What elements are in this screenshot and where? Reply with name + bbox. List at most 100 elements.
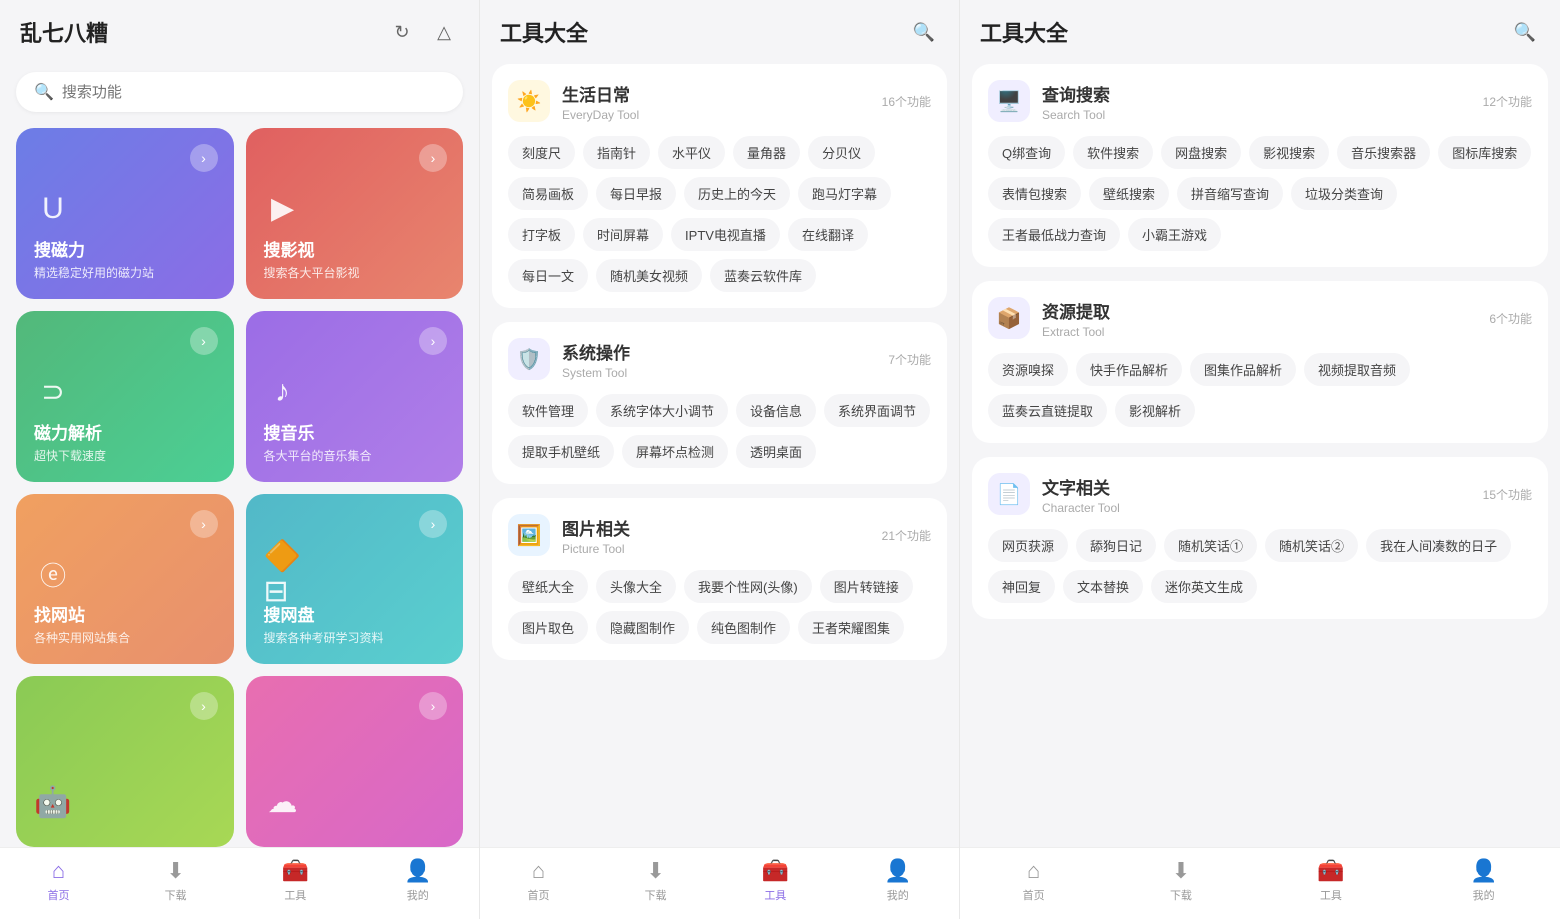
section-text-tool-header: 📄 文字相关 Character Tool 15个功能: [988, 473, 1532, 515]
card-android[interactable]: › 🤖: [16, 676, 234, 847]
search-icon: 🔍: [34, 82, 54, 102]
tag-musicsearch[interactable]: 音乐搜索器: [1337, 136, 1430, 169]
tag-kuaishou[interactable]: 快手作品解析: [1076, 353, 1182, 386]
section-picture: 🖼️ 图片相关 Picture Tool 21个功能 壁纸大全 头像大全 我要个…: [492, 498, 947, 660]
tag-joke2[interactable]: 随机笑话②: [1265, 529, 1358, 562]
tag-dailytext[interactable]: 每日一文: [508, 259, 588, 292]
tag-draw[interactable]: 简易画板: [508, 177, 588, 210]
tag-imglink[interactable]: 图片转链接: [820, 570, 913, 603]
triangle-icon[interactable]: △: [429, 17, 459, 47]
tag-videoparse[interactable]: 影视解析: [1115, 394, 1195, 427]
nav-home[interactable]: ⌂ 首页: [48, 858, 70, 903]
card-cloud[interactable]: › ☁: [246, 676, 464, 847]
nav-mine-right[interactable]: 👤 我的: [1470, 858, 1497, 903]
tag-colorpick[interactable]: 图片取色: [508, 611, 588, 644]
search-bar[interactable]: 🔍: [16, 72, 463, 112]
tag-xbwgame[interactable]: 小霸王游戏: [1128, 218, 1221, 251]
tag-iptv[interactable]: IPTV电视直播: [671, 218, 780, 251]
mid-content: ☀️ 生活日常 EveryDay Tool 16个功能 刻度尺 指南针 水平仪 …: [480, 64, 959, 847]
tag-trashsearch[interactable]: 垃圾分类查询: [1291, 177, 1397, 210]
tag-album[interactable]: 图集作品解析: [1190, 353, 1296, 386]
search-input[interactable]: [62, 84, 445, 101]
tag-minieng[interactable]: 迷你英文生成: [1151, 570, 1257, 603]
tag-wallpaperall[interactable]: 壁纸大全: [508, 570, 588, 603]
tag-morning[interactable]: 每日早报: [596, 177, 676, 210]
tag-qbind[interactable]: Q绑查询: [988, 136, 1065, 169]
text-tool-tags: 网页获源 舔狗日记 随机笑话① 随机笑话② 我在人间凑数的日子 神回复 文本替换…: [988, 529, 1532, 603]
tag-level[interactable]: 水平仪: [658, 136, 725, 169]
tag-videosearch[interactable]: 影视搜索: [1249, 136, 1329, 169]
nav-download-right[interactable]: ⬇ 下载: [1170, 858, 1192, 903]
card-music[interactable]: › ♪ 搜音乐 各大平台的音乐集合: [246, 311, 464, 482]
section-text-tool: 📄 文字相关 Character Tool 15个功能 网页获源 舔狗日记 随机…: [972, 457, 1548, 619]
tag-devinfo[interactable]: 设备信息: [736, 394, 816, 427]
nav-download-mid[interactable]: ⬇ 下载: [645, 858, 667, 903]
tag-webget[interactable]: 网页获源: [988, 529, 1068, 562]
nav-home-mid[interactable]: ⌂ 首页: [528, 858, 550, 903]
tag-softsearch[interactable]: 软件搜索: [1073, 136, 1153, 169]
tag-fontsize[interactable]: 系统字体大小调节: [596, 394, 728, 427]
tag-pansearch[interactable]: 网盘搜索: [1161, 136, 1241, 169]
tag-softmanage[interactable]: 软件管理: [508, 394, 588, 427]
card-video[interactable]: › ▶ 搜影视 搜索各大平台影视: [246, 128, 464, 299]
extract-tool-tags: 资源嗅探 快手作品解析 图集作品解析 视频提取音频 蓝奏云直链提取 影视解析: [988, 353, 1532, 427]
tag-timescreen[interactable]: 时间屏幕: [583, 218, 663, 251]
right-search-btn[interactable]: 🔍: [1510, 17, 1540, 47]
nav-mine[interactable]: 👤 我的: [404, 858, 431, 903]
tag-sniff[interactable]: 资源嗅探: [988, 353, 1068, 386]
nav-download[interactable]: ⬇ 下载: [165, 858, 187, 903]
tag-hiddenimg[interactable]: 隐藏图制作: [596, 611, 689, 644]
tag-lanzou[interactable]: 蓝奏云软件库: [710, 259, 816, 292]
tag-audio[interactable]: 视频提取音频: [1304, 353, 1410, 386]
card-pan[interactable]: › 🔶 ⊟ 搜网盘 搜索各种考研学习资料: [246, 494, 464, 665]
card-web[interactable]: › ⓔ 找网站 各种实用网站集合: [16, 494, 234, 665]
tag-wallpapersearch[interactable]: 壁纸搜索: [1089, 177, 1169, 210]
tag-solidcolor[interactable]: 纯色图制作: [697, 611, 790, 644]
tag-personalavatar[interactable]: 我要个性网(头像): [684, 570, 812, 603]
mine-icon: 👤: [404, 858, 431, 884]
nav-tools-label-right: 工具: [1320, 887, 1342, 903]
card-cili[interactable]: › U 搜磁力 精选稳定好用的磁力站: [16, 128, 234, 299]
nav-tools-right[interactable]: 🧰 工具: [1317, 858, 1344, 903]
nav-tools-mid[interactable]: 🧰 工具: [762, 858, 789, 903]
tag-iconsearch[interactable]: 图标库搜索: [1438, 136, 1531, 169]
tag-randvideo[interactable]: 随机美女视频: [596, 259, 702, 292]
tag-textreplace[interactable]: 文本替换: [1063, 570, 1143, 603]
search-btn[interactable]: 🔍: [909, 17, 939, 47]
right-panel: 工具大全 🔍 🖥️ 查询搜索 Search Tool 12个功能 Q绑查询 软件…: [960, 0, 1560, 919]
tag-history[interactable]: 历史上的今天: [684, 177, 790, 210]
tag-decibel[interactable]: 分贝仪: [808, 136, 875, 169]
tag-wallpaper[interactable]: 提取手机壁纸: [508, 435, 614, 468]
home-icon: ⌂: [52, 858, 65, 884]
nav-tools-label: 工具: [284, 887, 306, 903]
refresh-icon[interactable]: ↻: [387, 17, 417, 47]
tag-joke1[interactable]: 随机笑话①: [1164, 529, 1257, 562]
nav-mine-label-right: 我的: [1473, 887, 1495, 903]
tag-honor[interactable]: 王者荣耀图集: [798, 611, 904, 644]
tag-daycount[interactable]: 我在人间凑数的日子: [1366, 529, 1511, 562]
right-bottom-nav: ⌂ 首页 ⬇ 下载 🧰 工具 👤 我的: [960, 847, 1560, 919]
tag-emojisearch[interactable]: 表情包搜索: [988, 177, 1081, 210]
left-title: 乱七八糟: [20, 16, 375, 48]
card-magnet[interactable]: › ⊃ 磁力解析 超快下载速度: [16, 311, 234, 482]
tag-godreply[interactable]: 神回复: [988, 570, 1055, 603]
tag-lanzoulink[interactable]: 蓝奏云直链提取: [988, 394, 1107, 427]
tag-protractor[interactable]: 量角器: [733, 136, 800, 169]
tag-translate[interactable]: 在线翻译: [788, 218, 868, 251]
tag-tiandiary[interactable]: 舔狗日记: [1076, 529, 1156, 562]
section-system-sub: System Tool: [562, 366, 888, 380]
card-icon: ⓔ: [34, 555, 72, 593]
tag-typing[interactable]: 打字板: [508, 218, 575, 251]
tag-wzsearch[interactable]: 王者最低战力查询: [988, 218, 1120, 251]
tag-transparent[interactable]: 透明桌面: [736, 435, 816, 468]
nav-mine-mid[interactable]: 👤 我的: [884, 858, 911, 903]
tag-uiadj[interactable]: 系统界面调节: [824, 394, 930, 427]
nav-home-right[interactable]: ⌂ 首页: [1023, 858, 1045, 903]
nav-tools[interactable]: 🧰 工具: [282, 858, 309, 903]
tag-compass[interactable]: 指南针: [583, 136, 650, 169]
tag-keduche[interactable]: 刻度尺: [508, 136, 575, 169]
tag-marquee[interactable]: 跑马灯字幕: [798, 177, 891, 210]
tag-avatar[interactable]: 头像大全: [596, 570, 676, 603]
tag-deadpixel[interactable]: 屏幕坏点检测: [622, 435, 728, 468]
tag-pinyinsearch[interactable]: 拼音缩写查询: [1177, 177, 1283, 210]
